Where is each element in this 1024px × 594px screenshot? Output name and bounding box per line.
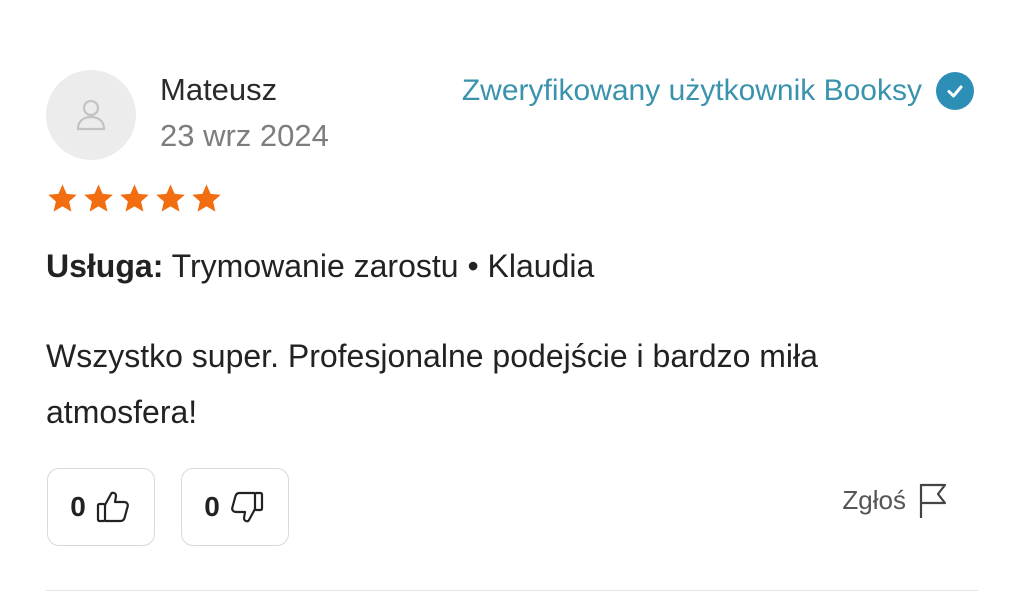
like-count: 0 [70, 491, 86, 522]
divider [46, 590, 978, 591]
check-circle-icon [936, 72, 974, 110]
star-icon [192, 184, 221, 212]
star-icon [84, 184, 113, 212]
review-card: Mateusz 23 wrz 2024 Zweryfikowany użytko… [0, 0, 1024, 594]
dislike-button[interactable]: 0 [181, 468, 289, 546]
star-icon [120, 184, 149, 212]
service-line: Usługa: Trymowanie zarostu • Klaudia [46, 248, 594, 285]
review-date: 23 wrz 2024 [160, 118, 329, 153]
flag-icon [919, 483, 947, 518]
star-icon [156, 184, 185, 212]
thumbs-down-icon [230, 491, 263, 523]
like-button[interactable]: 0 [47, 468, 155, 546]
avatar [46, 70, 136, 160]
review-text: Wszystko super. Profesjonalne podejście … [46, 338, 818, 430]
user-silhouette-icon [76, 99, 106, 131]
report-button[interactable]: Zgłoś [842, 480, 950, 520]
verified-badge: Zweryfikowany użytkownik Booksy [462, 72, 974, 110]
verified-text: Zweryfikowany użytkownik Booksy [461, 74, 922, 107]
star-icon [48, 184, 77, 212]
service-value: Trymowanie zarostu • Klaudia [171, 248, 595, 284]
report-label: Zgłoś [842, 484, 906, 515]
author-name: Mateusz [160, 72, 278, 107]
star-rating [46, 182, 223, 215]
service-label: Usługa: [46, 248, 164, 284]
dislike-count: 0 [204, 491, 220, 522]
thumbs-up-icon [96, 491, 129, 523]
